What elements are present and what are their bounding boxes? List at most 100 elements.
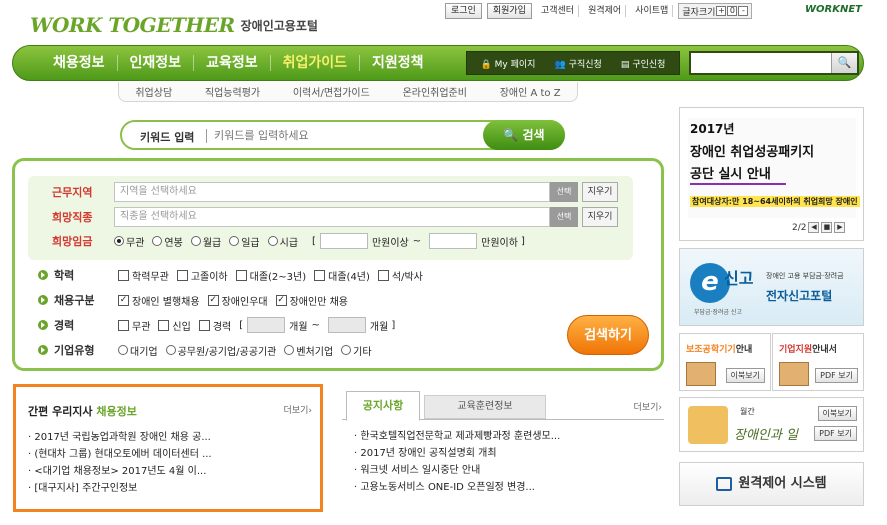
checkbox-checked[interactable]: ✓ <box>118 294 129 306</box>
my-page-link[interactable]: 🔒 My 페이지 <box>481 57 536 70</box>
sitemap-link[interactable]: 사이트맵 <box>631 5 674 17</box>
wage-option-monthly[interactable]: 월급 <box>190 234 221 249</box>
list-item[interactable]: (현대차 그룹) 현대오토에버 데이터센터 ... <box>28 446 211 463</box>
magazine-pdf-button[interactable]: PDF 보기 <box>814 426 857 441</box>
wage-min-input[interactable] <box>319 233 368 249</box>
checkbox[interactable] <box>377 269 389 281</box>
nav-item-policy[interactable]: 지원정책 <box>360 55 436 71</box>
keyword-search-button[interactable]: 🔍 검색 <box>483 120 565 150</box>
radio[interactable] <box>341 345 352 355</box>
branch-more-link[interactable]: 더보기› <box>284 403 312 416</box>
notice-more-link[interactable]: 더보기› <box>634 400 662 413</box>
checkbox[interactable] <box>235 269 247 281</box>
list-item[interactable]: 2017년 장애인 공직설명회 개최 <box>354 445 560 462</box>
remote-control-banner[interactable]: 원격제어 시스템 <box>679 462 864 506</box>
magazine-ebook-button[interactable]: 이북보기 <box>817 406 857 421</box>
font-plus-button[interactable]: + <box>716 6 727 16</box>
wage-option-daily[interactable]: 일급 <box>229 234 260 249</box>
subnav-resume-guide[interactable]: 이력서/면접가이드 <box>293 84 370 99</box>
font-minus-button[interactable]: - <box>738 6 749 16</box>
radio[interactable] <box>118 345 128 355</box>
support-link[interactable]: 고객센터 <box>537 5 580 17</box>
list-item[interactable]: 2017년 국립농업과학원 장애인 채용 공... <box>28 429 212 446</box>
font-reset-button[interactable]: 0 <box>727 6 738 16</box>
radio[interactable] <box>267 236 278 246</box>
pdf-view-button[interactable]: PDF 보기 <box>815 368 858 383</box>
career-max-input[interactable] <box>327 317 366 333</box>
prev-icon[interactable]: ◀ <box>808 222 820 233</box>
wage-option-annual[interactable]: 연봉 <box>152 234 183 249</box>
education-option[interactable]: 고졸이하 <box>176 268 228 283</box>
career-min-input[interactable] <box>247 317 286 333</box>
radio[interactable] <box>284 345 295 355</box>
success-package-banner[interactable]: 2017년 장애인 취업성공패키지 공단 실시 안내 참여대상자:만 18~64… <box>679 107 864 241</box>
job-type-clear-button[interactable]: 지우기 <box>582 207 618 227</box>
nav-item-jobs[interactable]: 채용정보 <box>41 55 118 71</box>
nav-item-education[interactable]: 교육정보 <box>194 55 271 71</box>
work-area-input[interactable]: 지역을 선택하세요 <box>114 182 550 202</box>
checkbox[interactable] <box>158 319 170 331</box>
employ-option[interactable]: ✓ 장애인만 채용 <box>275 293 348 308</box>
subnav-ability-test[interactable]: 직업능력평가 <box>205 84 260 99</box>
career-option[interactable]: 신입 <box>158 318 191 333</box>
list-item[interactable]: [대구지사] 주간구인정보 <box>28 480 212 497</box>
education-option[interactable]: 대졸(4년) <box>314 268 370 283</box>
job-type-input[interactable]: 직종을 선택하세요 <box>114 207 550 227</box>
work-area-select-button[interactable]: 선택 <box>550 182 578 202</box>
detail-search-button[interactable]: 검색하기 <box>567 315 649 355</box>
site-logo[interactable]: WORK TOGETHER 장애인고용포털 <box>30 10 318 40</box>
employ-option[interactable]: ✓ 장애인우대 <box>207 293 268 308</box>
tab-notice[interactable]: 공지사항 <box>346 391 420 421</box>
nav-item-talent[interactable]: 인재정보 <box>118 55 195 71</box>
nav-item-guide[interactable]: 취업가이드 <box>271 55 360 71</box>
subnav-online-prep[interactable]: 온라인취업준비 <box>403 84 467 99</box>
radio[interactable] <box>152 236 163 246</box>
worknet-logo[interactable]: WORKNET <box>805 4 862 15</box>
employ-option[interactable]: ✓ 장애인 별행채용 <box>118 293 200 308</box>
radio[interactable] <box>190 236 201 246</box>
remote-control-link[interactable]: 원격제어 <box>584 5 627 17</box>
career-option[interactable]: 경력 <box>198 318 231 333</box>
company-option[interactable]: 공무원/공기업/공공기관 <box>165 343 276 358</box>
recruit-apply-link[interactable]: ▤ 구인신청 <box>621 57 666 70</box>
login-button[interactable]: 로그인 <box>445 3 482 19</box>
radio[interactable] <box>165 345 176 355</box>
list-item[interactable]: 고용노동서비스 ONE-ID 오픈일정 변경... <box>354 479 560 496</box>
career-option[interactable]: 무관 <box>118 318 150 333</box>
list-item[interactable]: 워크넷 서비스 일시중단 안내 <box>354 462 560 479</box>
company-option[interactable]: 대기업 <box>118 343 158 358</box>
education-option[interactable]: 석/박사 <box>377 268 423 283</box>
top-search-input[interactable]: 🔍 <box>689 51 859 75</box>
company-option[interactable]: 벤처기업 <box>284 343 333 358</box>
list-item[interactable]: <대기업 채용정보> 2017년도 4월 이... <box>28 463 212 480</box>
checkbox[interactable] <box>176 269 188 281</box>
ebook-view-button[interactable]: 이북보기 <box>725 368 765 383</box>
radio[interactable] <box>229 236 240 246</box>
radio-selected[interactable] <box>114 236 124 246</box>
list-item[interactable]: 한국호텔직업전문학교 제과제빵과정 훈련생모... <box>354 428 560 445</box>
checkbox-checked[interactable]: ✓ <box>275 294 287 306</box>
next-icon[interactable]: ▶ <box>834 222 846 233</box>
job-type-select-button[interactable]: 선택 <box>550 207 578 227</box>
stop-icon[interactable]: ■ <box>821 222 833 233</box>
education-option[interactable]: 대졸(2~3년) <box>235 268 306 283</box>
e-report-portal-banner[interactable]: e 신고 장애인 고용 부담금·장려금 전자신고포털 부담금·장려금 신고 <box>679 248 864 326</box>
education-option[interactable]: 학력무관 <box>118 268 169 283</box>
top-search-button[interactable]: 🔍 <box>831 53 857 73</box>
join-button[interactable]: 회원가입 <box>486 3 532 19</box>
subnav-a-to-z[interactable]: 장애인 A to Z <box>500 84 561 99</box>
job-apply-link[interactable]: 👥 구직신청 <box>555 57 602 70</box>
tab-training[interactable]: 교육훈련정보 <box>424 395 546 419</box>
wage-option-hourly[interactable]: 시급 <box>267 234 298 249</box>
checkbox-checked[interactable]: ✓ <box>207 294 219 306</box>
wage-option-any[interactable]: 무관 <box>114 234 144 249</box>
checkbox[interactable] <box>118 269 129 281</box>
checkbox[interactable] <box>314 269 326 281</box>
wage-max-input[interactable] <box>429 233 478 249</box>
keyword-input[interactable] <box>214 126 474 144</box>
checkbox[interactable] <box>198 319 210 331</box>
work-area-clear-button[interactable]: 지우기 <box>582 182 618 202</box>
subnav-counseling[interactable]: 취업상담 <box>135 84 172 99</box>
checkbox[interactable] <box>118 319 129 331</box>
company-option[interactable]: 기타 <box>341 343 372 358</box>
